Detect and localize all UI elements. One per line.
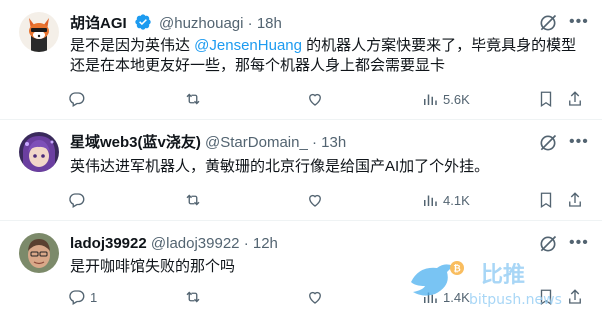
bookmark-icon xyxy=(540,192,552,209)
svg-text:₿: ₿ xyxy=(453,264,460,275)
more-options-icon[interactable]: ••• xyxy=(569,14,591,35)
avatar[interactable] xyxy=(19,132,59,172)
grok-icon[interactable] xyxy=(538,133,558,153)
heart-icon xyxy=(309,291,321,304)
views-button[interactable]: 5.6K xyxy=(421,89,470,109)
watermark-domain: bitpush.news xyxy=(469,292,562,308)
reply-button[interactable] xyxy=(68,190,90,210)
reply-icon xyxy=(69,92,85,107)
watermark-brand: 比推 xyxy=(481,263,525,288)
reply-icon xyxy=(69,193,85,208)
author-handle[interactable]: @StarDomain_ xyxy=(205,134,308,151)
avatar[interactable] xyxy=(19,233,59,273)
like-button[interactable] xyxy=(306,287,328,307)
reply-icon xyxy=(69,290,85,305)
tweet-header: 胡诌AGI @huzhouagi · 18h xyxy=(70,13,282,37)
tweet-text: 英伟达进军机器人，黄敏珊的北京行像是给国产AI加了个外挂。 xyxy=(70,158,490,175)
author-handle[interactable]: @huzhouagi xyxy=(159,15,243,32)
like-button[interactable] xyxy=(306,190,328,210)
repost-button[interactable] xyxy=(184,89,206,109)
repost-button[interactable] xyxy=(184,287,206,307)
grok-icon[interactable] xyxy=(538,234,558,254)
timestamp[interactable]: 13h xyxy=(321,134,346,151)
share-button[interactable] xyxy=(566,190,584,210)
tweet-text: 是不是因为英伟达 @JensenHuang 的机器人方案快要来了，毕竟具身的模型… xyxy=(70,36,590,76)
reply-button[interactable]: 1 xyxy=(68,287,97,307)
analytics-icon xyxy=(424,94,437,105)
separator-dot: · xyxy=(247,15,253,32)
repost-icon xyxy=(186,291,200,303)
tweet-2[interactable]: 星域web3(蓝v浇友) @StarDomain_ · 13h ••• 英伟达进… xyxy=(0,120,602,220)
bird-logo-icon: ₿ xyxy=(411,261,464,296)
mention-link[interactable]: @JensenHuang xyxy=(194,37,302,54)
avatar[interactable] xyxy=(19,12,59,52)
analytics-icon xyxy=(424,195,437,206)
action-bar: 5.6K xyxy=(0,89,602,109)
share-button[interactable] xyxy=(566,89,584,109)
verified-badge-icon[interactable] xyxy=(134,13,152,37)
bookmark-icon xyxy=(540,91,552,108)
reply-count: 1 xyxy=(90,289,98,305)
action-bar: 4.1K xyxy=(0,190,602,210)
author-handle[interactable]: @ladoj39922 xyxy=(151,235,240,252)
bitpush-watermark: ₿ 比推 bitpush.news xyxy=(411,261,562,308)
author-name[interactable]: 星域web3(蓝v浇友) xyxy=(70,134,201,151)
heart-icon xyxy=(309,194,321,207)
bookmark-button[interactable] xyxy=(537,89,555,109)
view-count: 5.6K xyxy=(443,91,470,107)
repost-icon xyxy=(186,93,200,105)
reply-button[interactable] xyxy=(68,89,90,109)
share-icon xyxy=(569,192,581,207)
tweet-text-part: 是不是因为英伟达 xyxy=(70,37,195,54)
author-name[interactable]: ladoj39922 xyxy=(70,235,147,252)
repost-button[interactable] xyxy=(184,190,206,210)
like-button[interactable] xyxy=(306,89,328,109)
anime-avatar-icon xyxy=(19,132,59,172)
more-options-icon[interactable]: ••• xyxy=(569,134,591,155)
tweet-1[interactable]: 胡诌AGI @huzhouagi · 18h ••• 是不是因为英伟达 @Jen… xyxy=(0,0,602,119)
repost-icon xyxy=(186,194,200,206)
heart-icon xyxy=(309,93,321,106)
tweet-header: 星域web3(蓝v浇友) @StarDomain_ · 13h xyxy=(70,133,346,153)
view-count: 4.1K xyxy=(443,192,470,208)
fox-avatar-icon xyxy=(19,12,59,52)
photo-avatar-icon xyxy=(19,233,59,273)
author-name[interactable]: 胡诌AGI xyxy=(70,15,127,32)
share-icon xyxy=(569,91,581,106)
grok-icon[interactable] xyxy=(538,13,558,33)
timestamp[interactable]: 12h xyxy=(253,235,278,252)
timestamp[interactable]: 18h xyxy=(257,15,282,32)
tweet-header: ladoj39922 @ladoj39922 · 12h xyxy=(70,234,278,254)
views-button[interactable]: 4.1K xyxy=(421,190,470,210)
separator-dot: · xyxy=(311,134,317,151)
bookmark-button[interactable] xyxy=(537,190,555,210)
separator-dot: · xyxy=(243,235,249,252)
